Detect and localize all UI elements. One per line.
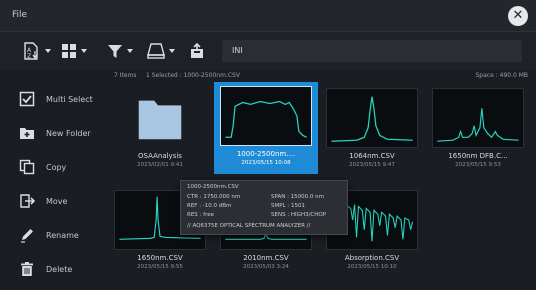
item-count: 7 Items [114, 72, 137, 79]
view-mode-button[interactable] [60, 40, 87, 62]
sidebar-item-label: Multi Select [46, 94, 93, 104]
file-date: 2023/02/01 9:41 [137, 162, 183, 168]
pencil-icon [18, 226, 36, 244]
drive-icon [146, 42, 166, 60]
filter-icon [106, 42, 124, 60]
chevron-down-icon [45, 49, 51, 53]
tooltip-model: // AQ6375E OPTICAL SPECTRUM ANALYZER // [187, 223, 311, 229]
spectrum-thumbnail [326, 88, 418, 148]
sidebar-item-rename[interactable]: Rename [18, 222, 104, 248]
selection-info: 1 Selected : 1000-2500nm.CSV [146, 72, 240, 79]
copy-icon [18, 158, 36, 176]
file-date: 2023/05/15 10:10 [347, 264, 397, 270]
chevron-down-icon [81, 49, 87, 53]
grid-view-icon [60, 42, 78, 60]
tooltip-res: RES : free [187, 212, 214, 218]
file-info-tooltip: 1000-2500nm.CSV CTR : 1750.000 nm SPAN :… [180, 180, 348, 235]
file-tile-1064nm[interactable]: 1064nm.CSV 2023/05/15 9:47 [320, 84, 424, 174]
up-folder-icon [188, 42, 206, 60]
file-tile-osaanalysis[interactable]: OSAAnalysis 2023/02/01 9:41 [108, 84, 212, 174]
sort-az-icon: A Z [22, 41, 42, 61]
file-date: 2023/05/15 9:55 [137, 264, 183, 270]
folder-icon [114, 88, 206, 148]
sidebar-item-multi-select[interactable]: Multi Select [18, 86, 104, 112]
sidebar-item-label: Rename [46, 230, 79, 240]
close-button[interactable]: ✕ [508, 6, 528, 26]
sidebar-item-delete[interactable]: Delete [18, 256, 104, 282]
file-name: 1650nm DFB.C... [448, 152, 508, 160]
sidebar: Multi Select New Folder Copy Move Rename [0, 82, 104, 290]
sidebar-item-label: Move [46, 196, 68, 206]
file-name: 2010nm.CSV [243, 254, 289, 262]
sort-button[interactable]: A Z [22, 40, 51, 62]
sidebar-item-new-folder[interactable]: New Folder [18, 120, 104, 146]
sidebar-item-label: Copy [46, 162, 67, 172]
sidebar-item-label: Delete [46, 264, 73, 274]
file-date: 2023/05/15 9:47 [349, 162, 395, 168]
path-field[interactable]: INI [222, 40, 522, 62]
file-date: 2023/05/15 10:08 [241, 160, 291, 166]
new-folder-icon [18, 124, 36, 142]
drive-button[interactable] [146, 40, 175, 62]
file-name: Absorption.CSV [344, 254, 400, 262]
window-title: File [12, 10, 28, 20]
file-manager-window: File ✕ A Z INI 7 Items 1 Selected: 1000… [0, 0, 536, 290]
status-bar: 7 Items 1 Selected : 1000-2500nm.CSV Spa… [104, 70, 536, 82]
file-tile-1650nm-dfb[interactable]: 1650nm DFB.C... 2023/05/15 9:53 [426, 84, 530, 174]
up-folder-button[interactable] [188, 40, 206, 62]
file-name: 1064nm.CSV [349, 152, 395, 160]
chevron-down-icon [127, 49, 133, 53]
chevron-down-icon [169, 49, 175, 53]
move-icon [18, 192, 36, 210]
tooltip-ref: REF : -10.0 dBm [187, 203, 232, 209]
filter-button[interactable] [106, 40, 133, 62]
tooltip-ctr: CTR : 1750.000 nm [187, 194, 241, 200]
sidebar-item-move[interactable]: Move [18, 188, 104, 214]
sidebar-item-label: New Folder [46, 128, 91, 138]
file-name: OSAAnalysis [138, 152, 182, 160]
file-name: 1000-2500nm.... [236, 150, 296, 158]
free-space: Space : 490.0 MB [475, 72, 529, 79]
tooltip-span: SPAN : 15000.0 nm [271, 194, 325, 200]
spectrum-thumbnail [432, 88, 524, 148]
sidebar-item-copy[interactable]: Copy [18, 154, 104, 180]
file-tile-1000-2500nm[interactable]: 1000-2500nm.... 2023/05/15 10:08 [214, 82, 318, 174]
trash-icon [18, 260, 36, 278]
tooltip-sens: SENS : HIGH3/CHOP [271, 212, 327, 218]
file-date: 2023/05/15 9:53 [455, 162, 501, 168]
tooltip-smpl: SMPL : 1501 [271, 203, 305, 209]
tooltip-filename: 1000-2500nm.CSV [187, 184, 239, 190]
title-bar: File ✕ [0, 0, 536, 32]
file-date: 2023/05/03 3:24 [243, 264, 289, 270]
checkbox-icon [18, 90, 36, 108]
spectrum-thumbnail [220, 86, 312, 146]
file-name: 1650nm.CSV [137, 254, 183, 262]
svg-text:Z: Z [27, 53, 31, 60]
